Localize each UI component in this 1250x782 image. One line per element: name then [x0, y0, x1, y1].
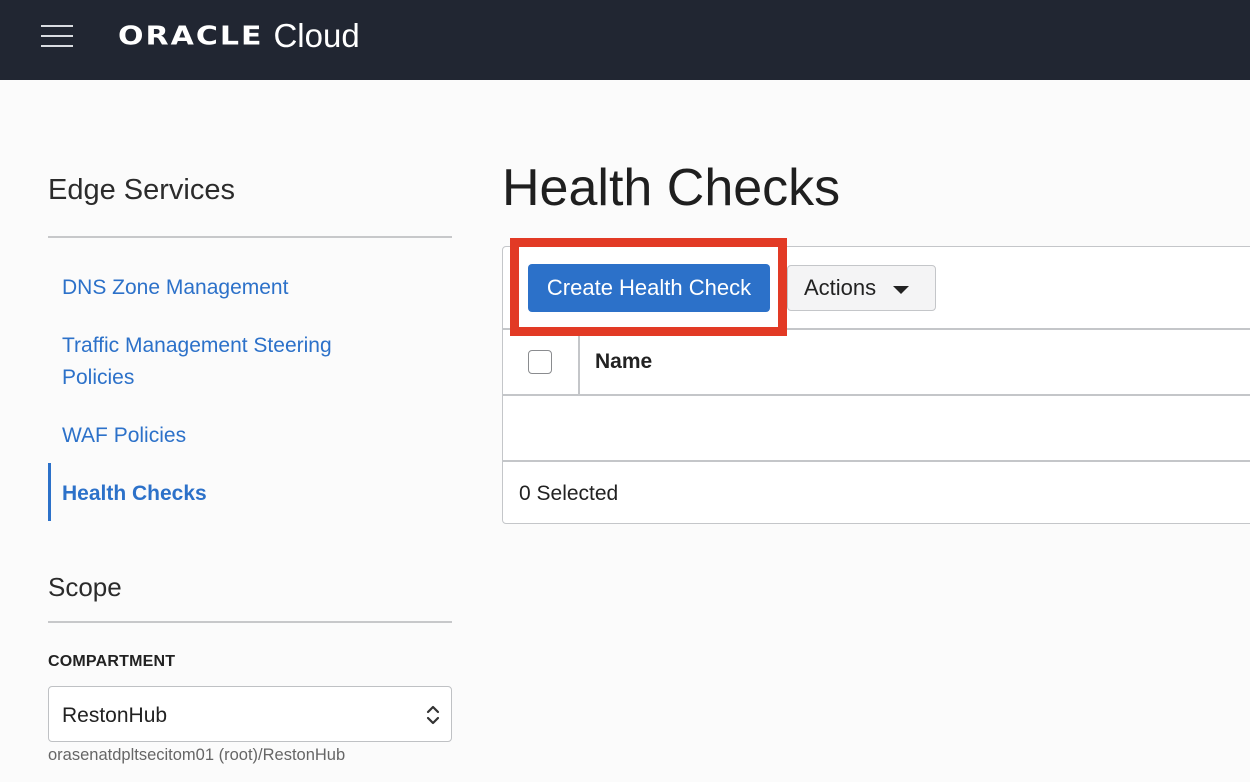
sidebar-item-health-checks[interactable]: Health Checks	[62, 478, 402, 510]
sidebar-title: Edge Services	[48, 174, 235, 206]
hamburger-icon[interactable]	[41, 24, 73, 48]
compartment-label: COMPARTMENT	[48, 653, 176, 670]
column-header-name[interactable]: Name	[595, 350, 652, 374]
sidebar-item-waf-policies[interactable]: WAF Policies	[62, 420, 402, 452]
sidebar-divider	[48, 236, 452, 238]
caret-down-icon	[893, 286, 909, 294]
create-health-check-button[interactable]: Create Health Check	[528, 264, 770, 312]
header-divider	[502, 394, 1250, 396]
sidebar-item-dns-zone-management[interactable]: DNS Zone Management	[62, 272, 402, 304]
active-indicator	[48, 463, 51, 521]
select-arrows-icon	[426, 705, 440, 725]
selected-count: 0 Selected	[519, 482, 619, 505]
logo-brand: ORACLE	[118, 21, 264, 51]
page-title: Health Checks	[502, 159, 841, 217]
select-all-checkbox[interactable]	[528, 350, 552, 374]
toolbar-divider	[502, 328, 1250, 330]
scope-title: Scope	[48, 572, 122, 602]
top-bar: ORACLE Cloud	[0, 0, 1250, 80]
actions-dropdown-button[interactable]: Actions	[787, 265, 936, 311]
compartment-select[interactable]: RestonHub	[48, 686, 452, 742]
logo-product: Cloud	[273, 17, 360, 54]
oracle-cloud-logo[interactable]: ORACLE Cloud	[118, 16, 360, 56]
actions-label: Actions	[804, 275, 877, 300]
footer-divider	[502, 460, 1250, 462]
compartment-value: RestonHub	[62, 704, 168, 727]
compartment-path: orasenatdpltsecitom01 (root)/RestonHub	[48, 746, 346, 764]
scope-divider	[48, 621, 452, 623]
column-divider	[578, 329, 580, 394]
sidebar-item-traffic-management[interactable]: Traffic Management Steering Policies	[62, 330, 402, 394]
